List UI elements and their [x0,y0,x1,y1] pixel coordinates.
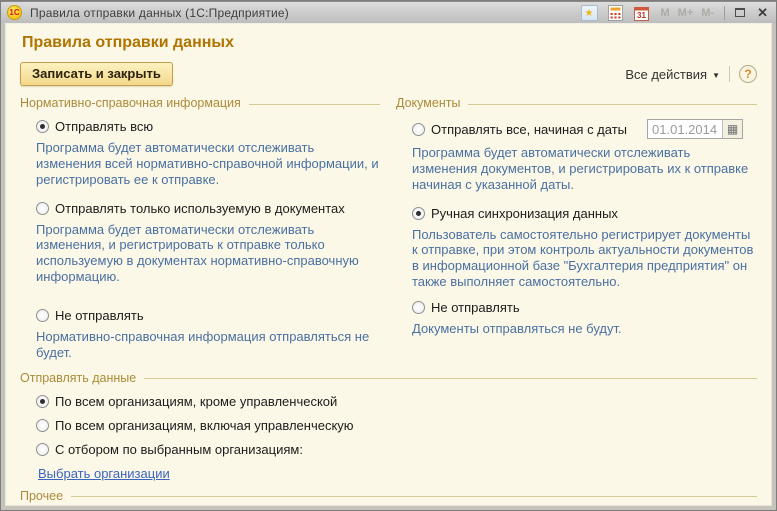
radio-label: Отправлять только используемую в докумен… [55,201,345,216]
all-actions-label: Все действия [625,67,707,82]
other-group: Прочее ✔ Выгружать аналитику по складам … [20,489,757,506]
group-caption-line [249,104,380,105]
memory-buttons: М М+ М- [661,7,715,19]
radio-icon[interactable] [36,202,49,215]
send-data-group-caption-label: Отправлять данные [20,371,136,385]
other-group-caption-label: Прочее [20,489,63,503]
radio-option-orgs-selected-filter[interactable]: С отбором по выбранным организациям: [36,442,757,457]
save-close-button[interactable]: Записать и закрыть [20,62,173,86]
radio-option-orgs-except-management[interactable]: По всем организациям, кроме управленческ… [36,394,757,409]
radio-label: Не отправлять [431,300,520,315]
nsi-group-caption: Нормативно-справочная информация [20,96,380,110]
group-caption-line [468,104,757,105]
group-caption-line [71,496,757,497]
nsi-option-description: Нормативно-справочная информация отправл… [36,329,380,361]
radio-icon[interactable] [412,301,425,314]
radio-icon[interactable] [36,120,49,133]
maximize-button[interactable] [735,8,745,17]
command-bar-separator [729,66,730,82]
radio-option-nsi-do-not-send[interactable]: Не отправлять [36,308,380,323]
window-title: Правила отправки данных (1С:Предприятие) [30,6,289,20]
radio-option-nsi-used-only[interactable]: Отправлять только используемую в докумен… [36,201,380,216]
memory-m-plus-button[interactable]: М+ [678,7,694,19]
app-window: 1С Правила отправки данных (1С:Предприят… [0,0,777,511]
calculator-icon[interactable] [606,4,625,22]
chevron-down-icon: ▼ [712,69,720,80]
all-actions-button[interactable]: Все действия ▼ [625,67,720,82]
radio-icon[interactable] [36,395,49,408]
docs-option-description: Пользователь самостоятельно регистрирует… [412,227,757,290]
radio-label: С отбором по выбранным организациям: [55,442,303,457]
radio-label: Отправлять все, начиная с даты [431,122,627,137]
help-button[interactable]: ? [739,65,757,83]
radio-label: По всем организациям, включая управленче… [55,418,354,433]
form-content: Правила отправки данных Записать и закры… [5,23,772,506]
documents-group-caption-label: Документы [396,96,460,110]
documents-group-caption: Документы [396,96,757,110]
calendar-icon[interactable]: 31 [632,4,651,22]
calendar-picker-icon[interactable]: ▦ [722,120,742,138]
nsi-group: Нормативно-справочная информация Отправл… [20,92,380,361]
svg-text:31: 31 [637,11,646,20]
radio-label: Не отправлять [55,308,144,323]
radio-icon[interactable] [36,419,49,432]
group-caption-line [144,378,757,379]
titlebar-separator [724,6,725,20]
start-date-value[interactable]: 01.01.2014 [648,120,722,138]
send-data-group: Отправлять данные По всем организациям, … [20,371,757,481]
star-icon: ★ [581,5,598,21]
radio-icon[interactable] [36,309,49,322]
start-date-field[interactable]: 01.01.2014 ▦ [647,119,743,139]
other-group-caption: Прочее [20,489,757,503]
nsi-group-caption-label: Нормативно-справочная информация [20,96,241,110]
nsi-option-description: Программа будет автоматически отслеживат… [36,222,380,285]
titlebar: 1С Правила отправки данных (1С:Предприят… [1,1,776,23]
command-bar: Записать и закрыть Все действия ▼ ? [20,62,757,86]
radio-label: Отправлять всю [55,119,153,134]
1c-logo-icon: 1С [7,5,22,20]
radio-option-docs-manual-sync[interactable]: Ручная синхронизация данных [412,206,757,221]
radio-option-docs-do-not-send[interactable]: Не отправлять [412,300,757,315]
favorites-icon[interactable]: ★ [580,4,599,22]
radio-label: По всем организациям, кроме управленческ… [55,394,337,409]
close-button[interactable]: ✕ [757,6,768,19]
select-organizations-link[interactable]: Выбрать организации [38,466,170,481]
radio-option-docs-send-from-date[interactable]: Отправлять все, начиная с даты 01.01.201… [412,119,757,139]
nsi-option-description: Программа будет автоматически отслеживат… [36,140,380,188]
memory-m-button[interactable]: М [661,7,670,19]
memory-m-minus-button[interactable]: М- [701,7,714,19]
radio-icon[interactable] [412,123,425,136]
radio-icon[interactable] [412,207,425,220]
radio-icon[interactable] [36,443,49,456]
page-title: Правила отправки данных [22,34,757,52]
send-data-group-caption: Отправлять данные [20,371,757,385]
radio-label: Ручная синхронизация данных [431,206,618,221]
radio-option-nsi-send-all[interactable]: Отправлять всю [36,119,380,134]
docs-option-description: Документы отправляться не будут. [412,321,757,337]
radio-option-orgs-including-management[interactable]: По всем организациям, включая управленче… [36,418,757,433]
docs-option-description: Программа будет автоматически отслеживат… [412,145,757,193]
documents-group: Документы Отправлять все, начиная с даты… [396,92,757,361]
